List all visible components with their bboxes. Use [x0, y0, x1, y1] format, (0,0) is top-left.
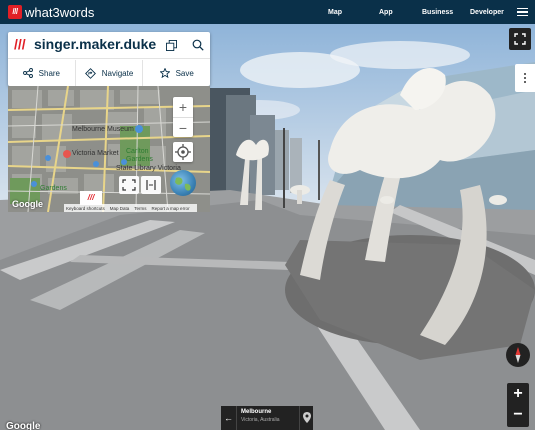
map-data-label: Map Data	[109, 205, 130, 211]
more-options-button[interactable]	[515, 64, 535, 92]
report-error-link[interactable]: Report a map error	[152, 206, 190, 211]
split-view-icon	[146, 180, 156, 190]
nav-link-developer[interactable]: Developer	[470, 0, 504, 24]
crosshair-icon	[175, 144, 191, 160]
map-zoom-controls: + −	[173, 97, 193, 137]
location-info-bar: ← Melbourne Victoria, Australia	[221, 406, 313, 430]
keyboard-shortcuts-link[interactable]: Keyboard shortcuts	[66, 206, 105, 211]
brand-name: what3words	[25, 4, 95, 20]
search-icon[interactable]	[192, 39, 204, 51]
back-arrow-icon[interactable]: ←	[221, 406, 237, 430]
map-label-melbourne-museum: Melbourne Museum	[72, 126, 134, 133]
location-title: Melbourne	[241, 409, 272, 415]
street-zoom-out-button[interactable]: −	[507, 405, 529, 427]
location-subtitle: Victoria, Australia	[241, 417, 280, 423]
save-button[interactable]: Save	[142, 60, 210, 86]
map-zoom-in-button[interactable]: +	[173, 97, 193, 117]
map-fullscreen-button[interactable]	[119, 176, 139, 194]
map-attribution: Keyboard shortcuts Map Data Terms Report…	[64, 204, 197, 212]
navigate-label: Navigate	[101, 68, 134, 78]
navigate-icon	[84, 67, 96, 79]
location-text: Melbourne Victoria, Australia	[237, 406, 299, 430]
share-label: Share	[38, 68, 61, 78]
star-icon	[159, 68, 170, 78]
share-icon	[22, 68, 33, 78]
google-logo: Google	[12, 199, 43, 209]
top-nav-bar: /// what3words Map App Business Develope…	[0, 0, 535, 24]
locate-button[interactable]	[173, 142, 193, 162]
terms-link[interactable]: Terms	[134, 206, 146, 211]
nav-link-business[interactable]: Business	[422, 0, 453, 24]
action-bar: Share Navigate Save	[8, 60, 210, 86]
street-zoom-in-button[interactable]: +	[507, 383, 529, 405]
nav-link-map[interactable]: Map	[328, 0, 342, 24]
address-panel: /// singer.maker.duke Share Navigate Sav…	[8, 32, 210, 86]
compass-icon	[515, 347, 521, 363]
brand-mark: ///	[8, 5, 22, 19]
three-word-address[interactable]: singer.maker.duke	[34, 36, 156, 52]
split-view-button[interactable]	[141, 176, 161, 194]
map-zoom-out-button[interactable]: −	[173, 117, 193, 137]
fullscreen-toggle-button[interactable]	[509, 28, 531, 50]
compass-button[interactable]	[506, 343, 530, 367]
globe-icon	[175, 177, 191, 191]
copy-icon[interactable]	[166, 40, 177, 51]
nav-link-app[interactable]: App	[379, 0, 393, 24]
map-label-state-library: State Library Victoria	[116, 165, 181, 172]
hamburger-menu-icon[interactable]	[517, 8, 528, 17]
address-slashes: ///	[14, 36, 26, 52]
brand-logo[interactable]: /// what3words	[8, 5, 94, 20]
navigate-button[interactable]: Navigate	[74, 60, 143, 86]
map-label-victoria-market: Victoria Market	[72, 150, 119, 157]
expand-icon	[514, 33, 526, 45]
google-watermark: Google	[6, 421, 41, 430]
map-label-carlton-gardens: Carlton Gardens	[126, 148, 153, 163]
save-label: Save	[175, 68, 194, 78]
w3w-grid-badge[interactable]: ///	[80, 191, 102, 205]
map-pin-icon[interactable]	[299, 406, 313, 430]
address-row: /// singer.maker.duke	[8, 32, 210, 59]
mini-map[interactable]: Melbourne Museum Victoria Market Carlton…	[8, 86, 210, 212]
fullscreen-icon	[122, 179, 136, 191]
map-label-gardens: Gardens	[40, 185, 67, 192]
share-button[interactable]: Share	[8, 60, 75, 86]
globe-view-button[interactable]	[170, 170, 196, 196]
